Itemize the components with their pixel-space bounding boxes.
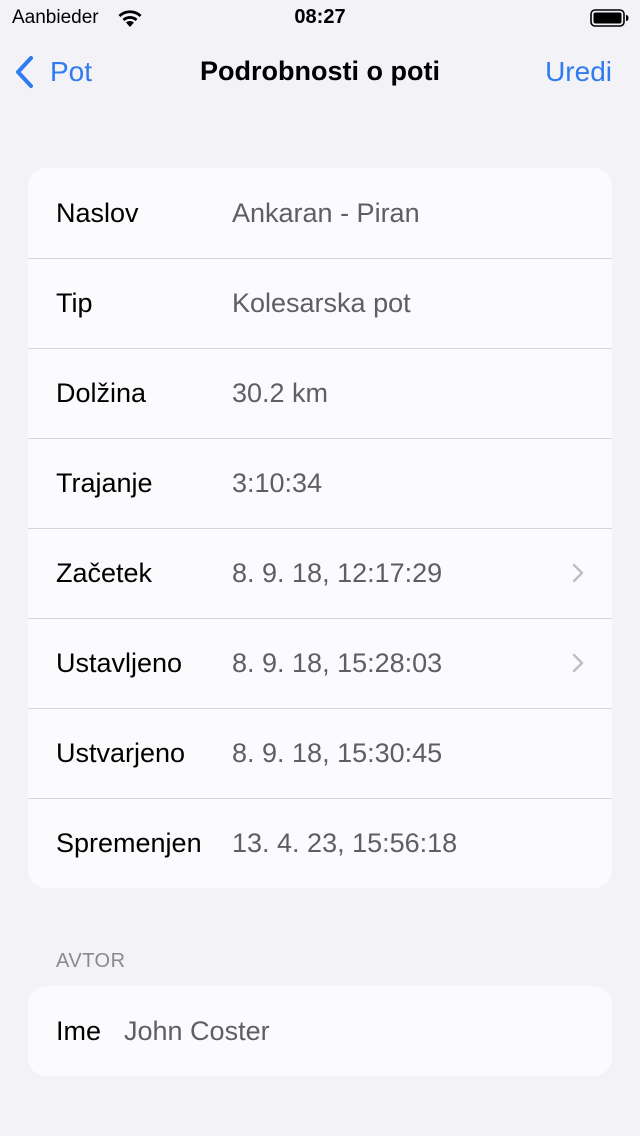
row-value: 13. 4. 23, 15:56:18 xyxy=(232,827,458,858)
row-label: Naslov xyxy=(56,197,139,228)
detail-row-created: Ustvarjeno 8. 9. 18, 15:30:45 xyxy=(28,708,612,798)
navigation-bar: Pot Podrobnosti o poti Uredi xyxy=(0,40,640,106)
author-section-header: AVTOR xyxy=(56,950,126,972)
row-label: Začetek xyxy=(56,557,153,588)
detail-row-start[interactable]: Začetek 8. 9. 18, 12:17:29 xyxy=(28,528,612,618)
row-value: Ankaran - Piran xyxy=(232,197,420,228)
detail-row-stopped[interactable]: Ustavljeno 8. 9. 18, 15:28:03 xyxy=(28,618,612,708)
row-label: Tip xyxy=(56,287,93,318)
status-bar: Aanbieder 08:27 xyxy=(0,0,640,40)
row-label: Trajanje xyxy=(56,467,153,498)
detail-row-title: Naslov Ankaran - Piran xyxy=(28,168,612,258)
row-value: 3:10:34 xyxy=(232,467,323,498)
row-value: 8. 9. 18, 15:28:03 xyxy=(232,647,443,678)
author-group: Ime John Coster xyxy=(28,986,612,1076)
row-label: Dolžina xyxy=(56,377,147,408)
edit-button[interactable]: Uredi xyxy=(545,56,612,88)
row-value: John Coster xyxy=(124,1015,270,1046)
battery-icon xyxy=(590,9,629,27)
page-title: Podrobnosti o poti xyxy=(200,56,440,86)
chevron-right-icon xyxy=(572,563,584,583)
row-value: 8. 9. 18, 15:30:45 xyxy=(232,737,443,768)
detail-row-duration: Trajanje 3:10:34 xyxy=(28,438,612,528)
row-value: 30.2 km xyxy=(232,377,329,408)
details-group: Naslov Ankaran - Piran Tip Kolesarska po… xyxy=(28,168,612,888)
chevron-right-icon xyxy=(572,653,584,673)
row-value: Kolesarska pot xyxy=(232,287,411,318)
row-label: Ustvarjeno xyxy=(56,737,186,768)
status-time: 08:27 xyxy=(294,6,346,28)
row-label: Spremenjen xyxy=(56,827,202,858)
author-name-row: Ime John Coster xyxy=(28,986,612,1076)
row-label: Ime xyxy=(56,1015,102,1046)
row-label: Ustavljeno xyxy=(56,647,183,678)
detail-row-modified: Spremenjen 13. 4. 23, 15:56:18 xyxy=(28,798,612,888)
detail-row-type: Tip Kolesarska pot xyxy=(28,258,612,348)
detail-row-length: Dolžina 30.2 km xyxy=(28,348,612,438)
row-value: 8. 9. 18, 12:17:29 xyxy=(232,557,443,588)
